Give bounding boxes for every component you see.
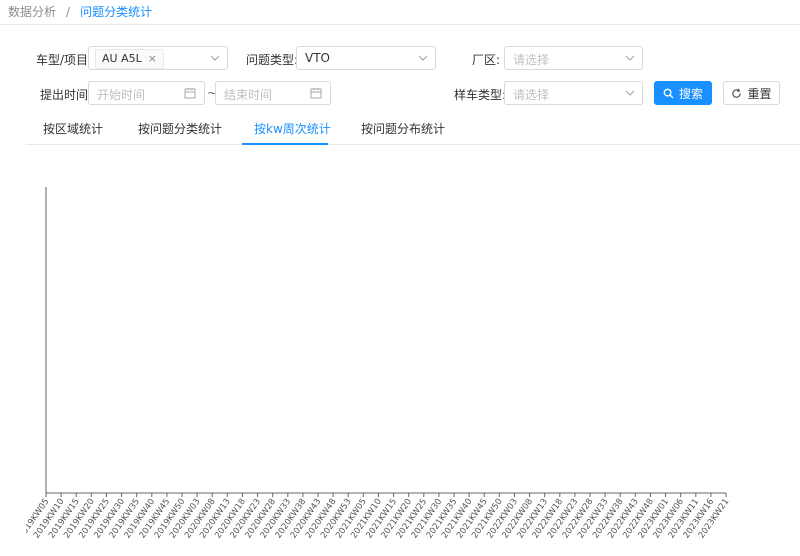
chevron-down-icon bbox=[418, 55, 428, 61]
tab-kw-week[interactable]: 按kw周次统计 bbox=[254, 120, 331, 144]
active-tab-indicator bbox=[242, 143, 328, 145]
tab-bar: 按区域统计 按问题分类统计 按kw周次统计 按问题分布统计 bbox=[26, 120, 800, 145]
tab-issue-category[interactable]: 按问题分类统计 bbox=[138, 120, 222, 144]
sample-type-placeholder: 请选择 bbox=[513, 88, 550, 102]
breadcrumb-separator: / bbox=[66, 5, 71, 19]
issue-type-value: VTO bbox=[305, 51, 330, 65]
tab-issue-distribution[interactable]: 按问题分布统计 bbox=[361, 120, 445, 144]
end-date-placeholder: 结束时间 bbox=[224, 88, 273, 102]
search-button-label: 搜索 bbox=[678, 86, 703, 101]
chart-container: 2019KW05 2019KW10 2019KW15 2019KW20 2019KW25… bbox=[17, 175, 800, 552]
start-date-input[interactable]: 开始时间 bbox=[88, 81, 205, 105]
plant-select[interactable]: 请选择 bbox=[504, 46, 643, 70]
end-date-input[interactable]: 结束时间 bbox=[215, 81, 331, 105]
tab-region[interactable]: 按区域统计 bbox=[43, 120, 103, 144]
calendar-icon bbox=[310, 88, 322, 99]
kw-week-chart: 2019KW052019KW102019KW152019KW202019KW25… bbox=[17, 187, 731, 541]
reset-button[interactable]: 重置 bbox=[723, 81, 780, 105]
calendar-icon bbox=[184, 88, 196, 99]
chevron-down-icon bbox=[210, 55, 220, 61]
sample-type-label: 样车类型: bbox=[454, 88, 507, 102]
chevron-down-icon bbox=[625, 90, 635, 96]
start-date-placeholder: 开始时间 bbox=[97, 88, 146, 102]
breadcrumb-root[interactable]: 数据分析 bbox=[8, 5, 56, 19]
sample-type-select[interactable]: 请选择 bbox=[504, 81, 643, 105]
tag-close-icon[interactable]: × bbox=[148, 52, 157, 65]
reset-button-label: 重置 bbox=[747, 86, 772, 101]
issue-type-label: 问题类型: bbox=[246, 53, 299, 67]
vehicle-tag: AU A5L × bbox=[95, 49, 164, 69]
breadcrumb-bar: 数据分析 / 问题分类统计 bbox=[0, 0, 800, 25]
chevron-down-icon bbox=[625, 55, 635, 61]
breadcrumb-current: 问题分类统计 bbox=[80, 5, 153, 19]
vehicle-tag-label: AU A5L bbox=[102, 52, 142, 65]
refresh-icon bbox=[732, 88, 742, 98]
breadcrumb: 数据分析 / 问题分类统计 bbox=[8, 3, 152, 20]
vehicle-select[interactable]: AU A5L × bbox=[88, 46, 228, 70]
main-panel: 车型/项目: AU A5L × 问题类型: VTO 厂区: 请选择 提出时间: 开… bbox=[17, 25, 800, 552]
submit-time-label: 提出时间: bbox=[40, 88, 93, 102]
search-icon bbox=[663, 88, 674, 98]
plant-label: 厂区: bbox=[472, 53, 501, 67]
plant-placeholder: 请选择 bbox=[513, 53, 550, 67]
vehicle-label: 车型/项目: bbox=[36, 53, 93, 67]
search-button[interactable]: 搜索 bbox=[654, 81, 712, 105]
issue-type-select[interactable]: VTO bbox=[296, 46, 436, 70]
